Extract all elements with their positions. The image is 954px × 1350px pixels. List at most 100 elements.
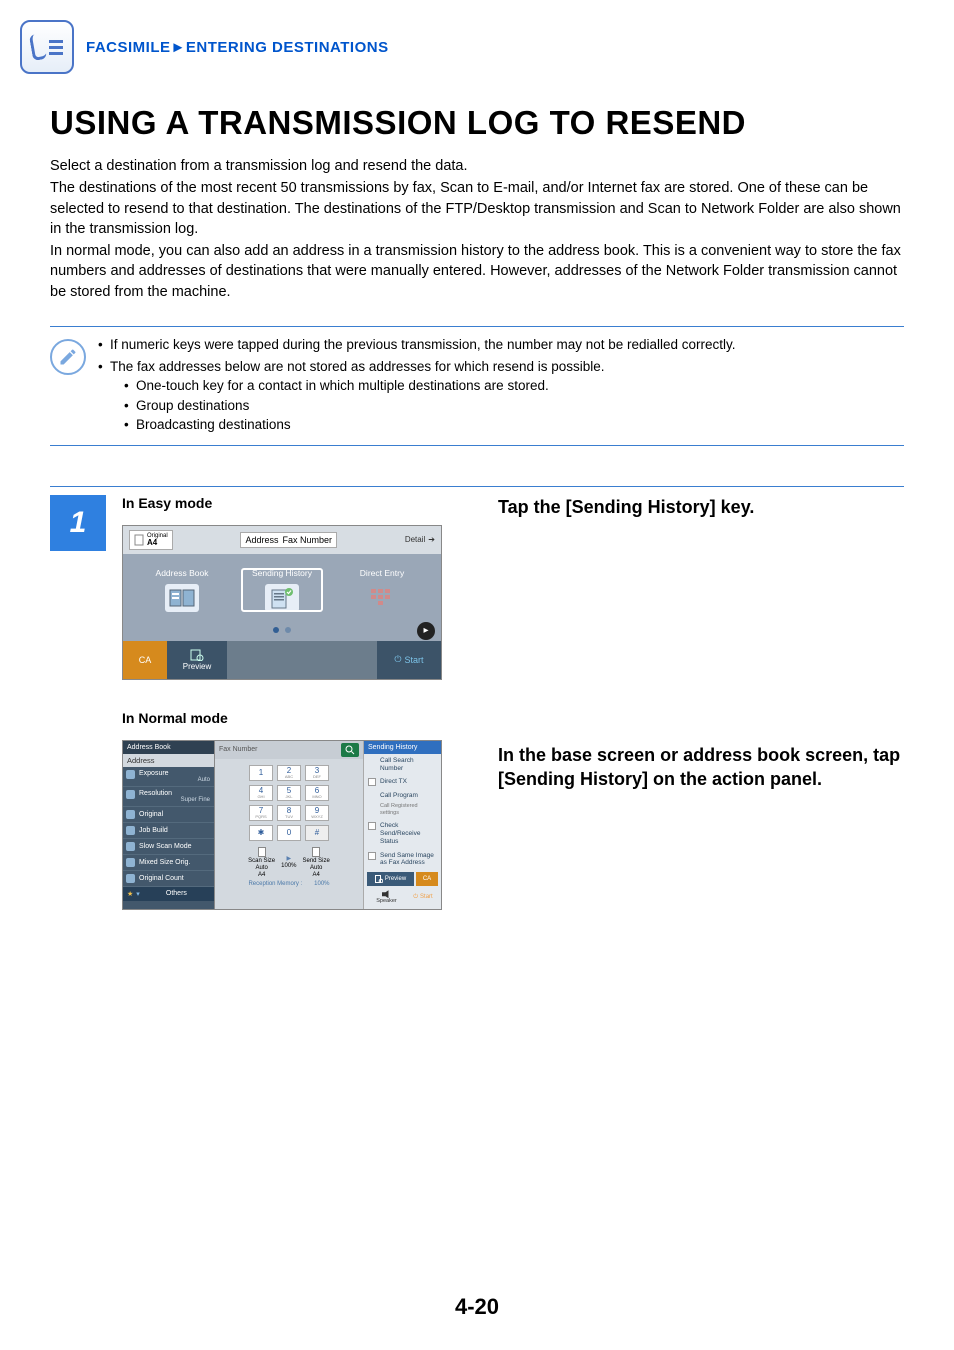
keypad-key[interactable]: 0 <box>277 825 301 841</box>
ca-button[interactable]: CA <box>416 872 438 886</box>
intro-p1: Select a destination from a transmission… <box>50 156 904 176</box>
keypad-key[interactable]: 6MNO <box>305 785 329 801</box>
sending-history-label: Sending History <box>241 568 323 578</box>
header: FACSIMILE►ENTERING DESTINATIONS <box>0 0 954 74</box>
ca-button[interactable]: CA <box>123 641 167 679</box>
next-page-button[interactable]: ▸ <box>417 622 435 640</box>
speaker-icon <box>382 890 392 898</box>
keypad-key[interactable]: # <box>305 825 329 841</box>
search-button[interactable] <box>341 743 359 757</box>
address-row[interactable]: Address <box>123 754 214 767</box>
action-label: Direct TX <box>380 778 407 785</box>
reception-memory: Reception Memory :100% <box>215 880 363 890</box>
intro-p3: In normal mode, you can also add an addr… <box>50 241 904 302</box>
speaker-button[interactable]: Speaker <box>367 888 406 906</box>
power-icon: ⏻ <box>394 654 401 665</box>
scan-size-auto: Auto <box>255 865 267 871</box>
keypad-key[interactable]: 7PQRS <box>249 805 273 821</box>
keypad-key[interactable]: 8TUV <box>277 805 301 821</box>
settings-item[interactable]: ExposureAuto <box>123 767 214 787</box>
address-book-icon <box>165 584 199 612</box>
speaker-start-bar: Speaker ⏻ Start <box>364 888 441 909</box>
settings-item-title: Exposure <box>139 770 210 777</box>
fax-number-label: Fax Number <box>283 535 333 545</box>
address-field[interactable]: Address Fax Number <box>240 532 337 548</box>
action-item[interactable]: Send Same Image as Fax Address <box>364 849 441 871</box>
normal-left-pane: Address Book Address ExposureAutoResolut… <box>123 741 215 909</box>
keypad-key[interactable]: 9WXYZ <box>305 805 329 821</box>
send-size-auto: Auto <box>310 865 322 871</box>
settings-item[interactable]: Job Build <box>123 823 214 839</box>
keypad-key[interactable]: 2ABC <box>277 765 301 781</box>
address-book-label: Address Book <box>141 568 223 578</box>
page-icon <box>258 847 266 857</box>
detail-link[interactable]: Detail ➔ <box>405 535 435 544</box>
settings-item[interactable]: Mixed Size Orig. <box>123 855 214 871</box>
step-row: 1 In Easy mode Original A4 Address Fax N <box>50 495 904 910</box>
address-book-tab[interactable]: Address Book <box>123 741 214 754</box>
settings-item-title: Slow Scan Mode <box>139 843 210 850</box>
settings-item[interactable]: Slow Scan Mode <box>123 839 214 855</box>
settings-item-value: Auto <box>139 777 210 783</box>
send-size-label: Send Size <box>303 858 330 864</box>
easy-main: Address Book Sending History Direct Entr… <box>123 554 441 622</box>
settings-item-icon <box>126 826 135 835</box>
direct-entry-card[interactable]: Direct Entry <box>341 568 423 612</box>
action-item[interactable]: Check Send/Receive Status <box>364 819 441 848</box>
pencil-icon <box>50 339 86 375</box>
pager-dot <box>285 627 291 633</box>
note-block: If numeric keys were tapped during the p… <box>50 326 904 446</box>
page-icon <box>134 534 144 546</box>
checkbox-icon <box>368 852 376 860</box>
direct-entry-label: Direct Entry <box>341 568 423 578</box>
settings-item-icon <box>126 770 135 779</box>
others-button[interactable]: ★ ▾ Others <box>123 887 214 901</box>
keypad-key[interactable]: 5JKL <box>277 785 301 801</box>
address-book-card[interactable]: Address Book <box>141 568 223 612</box>
scan-size[interactable]: Scan Size Auto A4 <box>248 847 275 878</box>
zoom-col: ▶ 100% <box>281 855 296 869</box>
send-size[interactable]: Send Size Auto A4 <box>303 847 330 878</box>
send-size-a4: A4 <box>313 872 320 878</box>
chevron-down-icon: ▾ <box>136 890 140 898</box>
action-item[interactable]: Call Program <box>364 789 441 803</box>
keypad-key[interactable]: 1 <box>249 765 273 781</box>
keypad-key[interactable]: ✱ <box>249 825 273 841</box>
preview-icon <box>190 649 204 661</box>
keypad-key[interactable]: 4GHI <box>249 785 273 801</box>
preview-ca-bar: Preview CA <box>364 870 441 888</box>
original-chip[interactable]: Original A4 <box>129 530 173 550</box>
preview-button[interactable]: Preview <box>367 872 414 886</box>
settings-item[interactable]: ResolutionSuper Fine <box>123 787 214 807</box>
page-number: 4-20 <box>0 1294 954 1320</box>
start-button[interactable]: ⏻ Start <box>408 888 438 906</box>
note-subitem: Broadcasting destinations <box>124 415 904 435</box>
normal-action-panel: Sending History Call Search Number Direct… <box>363 741 441 909</box>
others-label: Others <box>143 890 210 897</box>
sending-history-action[interactable]: Sending History <box>364 741 441 754</box>
detail-label: Detail <box>405 535 425 544</box>
settings-item[interactable]: Original <box>123 807 214 823</box>
start-label: Start <box>420 894 433 900</box>
power-icon: ⏻ <box>413 894 418 901</box>
note-sublist: One-touch key for a contact in which mul… <box>110 376 904 435</box>
keypad-key[interactable]: 3DEF <box>305 765 329 781</box>
action-item[interactable]: Call Registered settings <box>364 803 441 819</box>
start-button[interactable]: ⏻ Start <box>377 641 441 679</box>
sending-history-card[interactable]: Sending History <box>241 568 323 612</box>
settings-item-title: Mixed Size Orig. <box>139 859 210 866</box>
preview-button[interactable]: Preview <box>167 641 227 679</box>
key-digit: 0 <box>287 828 291 837</box>
settings-item[interactable]: Original Count <box>123 871 214 887</box>
action-item[interactable]: Direct TX <box>364 775 441 789</box>
easy-mode-instruction: Tap the [Sending History] key. <box>498 495 904 519</box>
note-list: If numeric keys were tapped during the p… <box>98 335 904 437</box>
easy-mode-label: In Easy mode <box>122 495 482 511</box>
action-label: Call Registered settings <box>380 803 418 816</box>
key-letters: DEF <box>313 775 321 779</box>
note-item: If numeric keys were tapped during the p… <box>98 335 904 355</box>
note-item-text: The fax addresses below are not stored a… <box>110 359 605 374</box>
settings-item-icon <box>126 790 135 799</box>
action-item[interactable]: Call Search Number <box>364 754 441 776</box>
key-letters: ABC <box>285 775 293 779</box>
